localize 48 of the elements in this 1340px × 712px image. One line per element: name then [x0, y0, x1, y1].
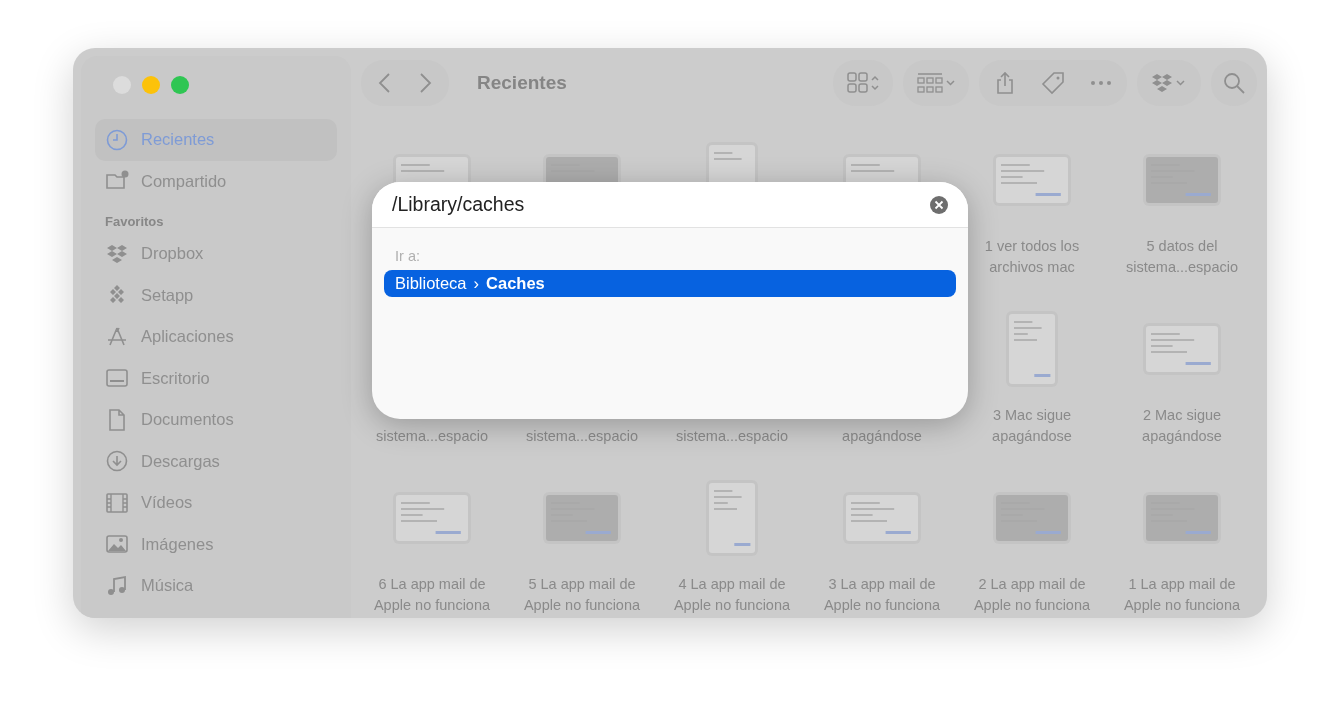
path-input[interactable]: /Library/caches — [392, 193, 930, 216]
section-header: Favoritos — [105, 214, 165, 229]
sidebar-item[interactable]: Recientes — [95, 119, 337, 161]
dropbox-button[interactable] — [1137, 60, 1201, 106]
sidebar-item[interactable]: Setapp — [95, 274, 337, 316]
film-icon — [105, 490, 129, 515]
file-name[interactable]: 3 Mac sigue apagándose — [992, 405, 1072, 447]
file-name[interactable]: 2 La app mail de Apple no funciona — [973, 574, 1091, 616]
download-icon — [105, 449, 129, 474]
window-title: Recientes — [477, 72, 568, 94]
view-button[interactable] — [833, 60, 893, 106]
file-name[interactable]: apagándose — [842, 426, 922, 447]
music-icon — [105, 573, 129, 598]
sidebar-item[interactable]: Dropbox — [95, 233, 337, 275]
path-field[interactable]: /Library/caches — [372, 182, 968, 228]
clock-icon — [105, 127, 129, 152]
sidebar-item[interactable]: Vídeos — [95, 482, 337, 524]
dropbox-menu-icon — [1151, 71, 1187, 95]
results-label: Ir a: — [395, 248, 421, 264]
sidebar-item[interactable]: Música — [95, 565, 337, 607]
file-name[interactable]: 5 La app mail de Apple no funciona — [523, 574, 641, 616]
file-name[interactable]: 4 La app mail de Apple no funciona — [673, 574, 791, 616]
file-name[interactable]: 2 Mac sigue apagándose — [1142, 405, 1222, 447]
file-name[interactable]: 1 La app mail de Apple no funciona — [1123, 574, 1241, 616]
sidebar-item[interactable]: Compartido — [95, 160, 337, 202]
sidebar-item[interactable]: Documentos — [95, 399, 337, 441]
file-name[interactable]: sistema...espacio — [676, 426, 788, 447]
group-icon — [917, 71, 955, 95]
sidebar-item[interactable]: Descargas — [95, 440, 337, 482]
file-name[interactable]: 3 La app mail de Apple no funciona — [823, 574, 941, 616]
search-icon — [1222, 71, 1246, 95]
tag-icon[interactable] — [1041, 71, 1065, 95]
sidebar-item[interactable]: Imágenes — [95, 523, 337, 565]
result-row[interactable]: Biblioteca › Caches — [384, 270, 956, 297]
file-name[interactable]: 6 La app mail de Apple no funciona — [373, 574, 491, 616]
sidebar-item[interactable]: Escritorio — [95, 357, 337, 399]
group-button[interactable] — [903, 60, 969, 106]
search-button[interactable] — [1211, 60, 1257, 106]
file-name[interactable]: 1 ver todos los archivos mac — [984, 236, 1080, 278]
file-name[interactable]: 5 datos del sistema...espacio — [1126, 236, 1238, 278]
file-name[interactable]: sistema...espacio — [526, 426, 638, 447]
file-name[interactable]: sistema...espacio — [376, 426, 488, 447]
grid-view-icon — [847, 71, 879, 95]
clear-icon[interactable] — [930, 195, 948, 214]
zoom-button[interactable] — [171, 76, 189, 94]
minimize-button[interactable] — [142, 76, 160, 94]
file-thumbnail — [706, 142, 758, 183]
sidebar-item[interactable]: Aplicaciones — [95, 316, 337, 358]
